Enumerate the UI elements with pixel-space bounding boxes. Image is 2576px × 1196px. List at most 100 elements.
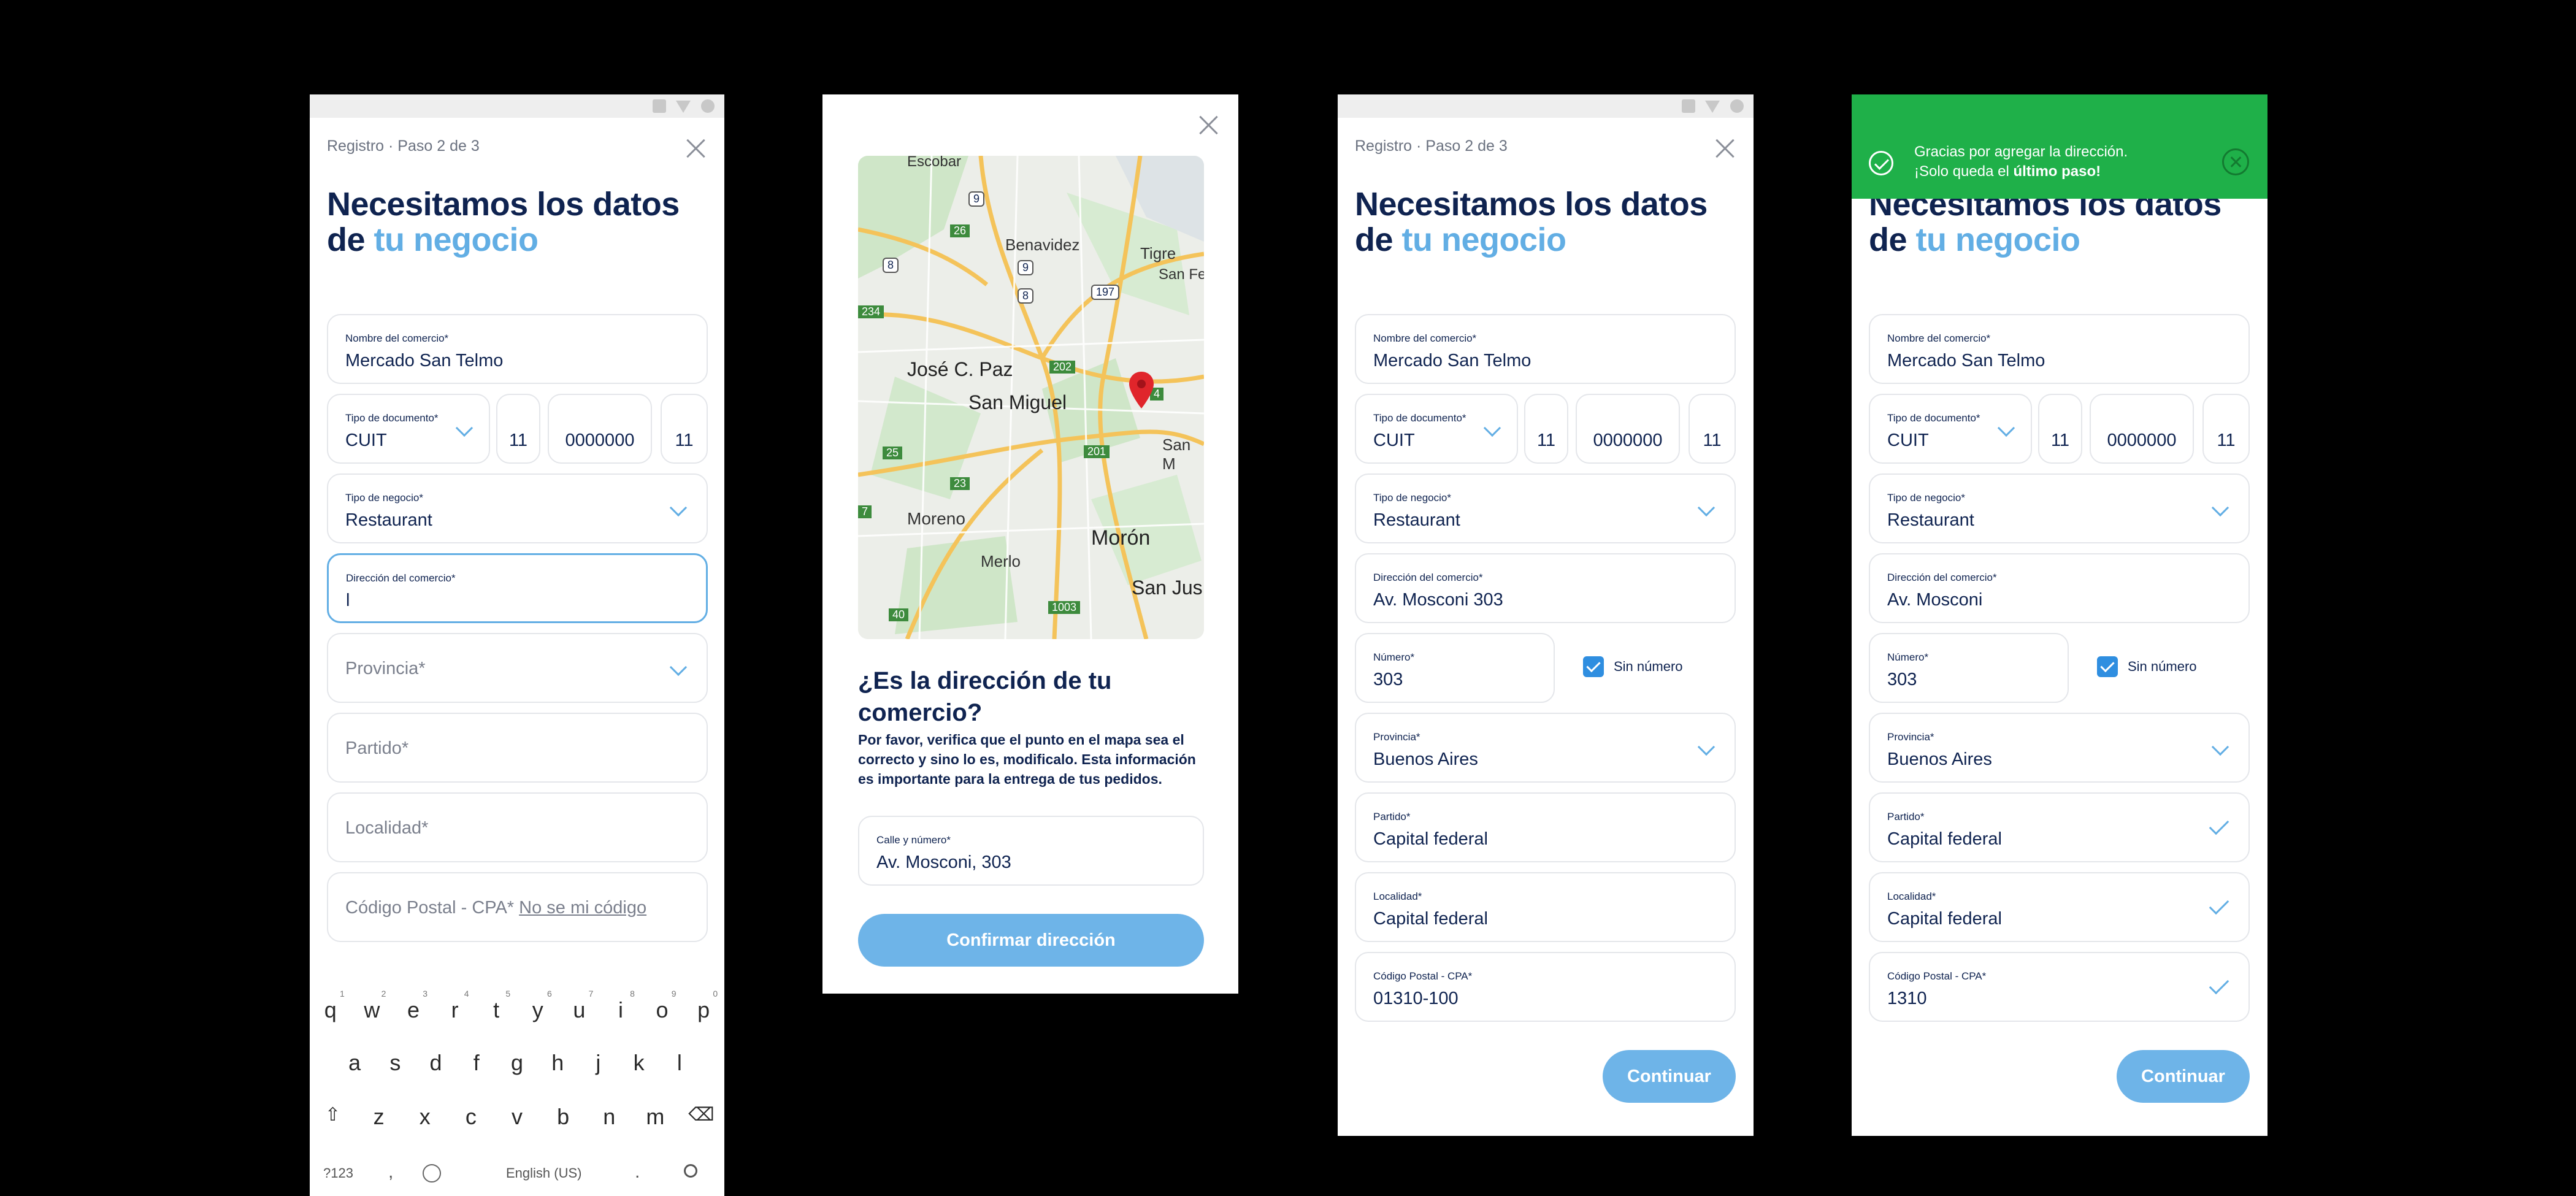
- direccion-input[interactable]: Dirección del comercio* Av. Mosconi 303: [1355, 553, 1736, 623]
- globe-icon[interactable]: [423, 1164, 441, 1183]
- partido-input[interactable]: Partido*: [327, 713, 708, 783]
- key-space[interactable]: English (US): [506, 1165, 581, 1181]
- route-badge: 25: [883, 447, 903, 459]
- nombre-field[interactable]: Nombre del comercio* Mercado San Telmo: [327, 314, 708, 384]
- confirmar-direccion-button[interactable]: Confirmar dirección: [858, 914, 1204, 967]
- provincia-select[interactable]: Provincia* Buenos Aires: [1355, 713, 1736, 783]
- numero-input[interactable]: Número* 303: [1869, 633, 2069, 703]
- tipo-negocio-select[interactable]: Tipo de negocio* Restaurant: [1355, 473, 1736, 543]
- key-x[interactable]: x: [410, 1104, 440, 1130]
- tipo-negocio-select[interactable]: Tipo de negocio* Restaurant: [1869, 473, 2250, 543]
- tipo-doc-select[interactable]: Tipo de documento* CUIT: [327, 394, 490, 464]
- key-number-hint: 8: [630, 989, 635, 999]
- localidad-input[interactable]: Localidad*: [327, 792, 708, 862]
- sin-numero-label: Sin número: [1614, 659, 1683, 674]
- localidad-value: Capital federal: [1887, 909, 2002, 929]
- key-l[interactable]: l: [664, 1050, 695, 1076]
- calle-label: Calle y número*: [876, 834, 951, 846]
- key-a[interactable]: a: [339, 1050, 370, 1076]
- map[interactable]: Escobar Benavidez Tigre San Fernando Jos…: [858, 156, 1204, 639]
- shift-icon[interactable]: ⇧: [318, 1104, 348, 1130]
- title-accent: tu negocio: [374, 221, 539, 258]
- key-y[interactable]: y6: [523, 989, 553, 1023]
- close-icon[interactable]: [1714, 137, 1735, 158]
- route-badge: 26: [950, 224, 970, 237]
- map-pin-icon[interactable]: [1128, 370, 1155, 410]
- key-h[interactable]: h: [542, 1050, 573, 1076]
- key-g[interactable]: g: [502, 1050, 532, 1076]
- numero-value: 303: [1373, 670, 1403, 689]
- toast-close-icon[interactable]: [2222, 148, 2249, 175]
- partido-input[interactable]: Partido* Capital federal: [1355, 792, 1736, 862]
- title-accent: tu negocio: [1915, 221, 2080, 258]
- key-u[interactable]: u7: [564, 989, 594, 1023]
- key-period[interactable]: .: [635, 1162, 640, 1183]
- key-f[interactable]: f: [461, 1050, 492, 1076]
- chevron-down-icon: [2211, 738, 2229, 756]
- direccion-input[interactable]: Dirección del comercio* l: [327, 553, 708, 623]
- doc-number-input[interactable]: 0000000: [548, 394, 652, 464]
- tipo-negocio-label: Tipo de negocio*: [1887, 492, 1965, 504]
- key-comma[interactable]: ,: [388, 1162, 393, 1183]
- key-e[interactable]: e3: [398, 989, 429, 1023]
- provincia-select[interactable]: Provincia*: [327, 633, 708, 703]
- key-v[interactable]: v: [502, 1104, 532, 1130]
- numero-input[interactable]: Número* 303: [1355, 633, 1555, 703]
- search-icon[interactable]: [684, 1164, 697, 1178]
- key-b[interactable]: b: [548, 1104, 578, 1130]
- key-w[interactable]: w2: [356, 989, 387, 1023]
- cp-input[interactable]: Código Postal - CPA* 1310: [1869, 952, 2250, 1022]
- key-z[interactable]: z: [364, 1104, 394, 1130]
- sin-numero-checkbox[interactable]: Sin número: [1583, 656, 1683, 677]
- close-icon[interactable]: [685, 137, 706, 158]
- doc-prefix-input[interactable]: 11: [2038, 394, 2082, 464]
- direccion-label: Dirección del comercio*: [1887, 572, 1997, 583]
- nombre-field[interactable]: Nombre del comercio* Mercado San Telmo: [1869, 314, 2250, 384]
- localidad-input[interactable]: Localidad* Capital federal: [1869, 872, 2250, 942]
- partido-input[interactable]: Partido* Capital federal: [1869, 792, 2250, 862]
- doc-prefix-input[interactable]: 11: [1524, 394, 1568, 464]
- key-s[interactable]: s: [380, 1050, 410, 1076]
- key-p[interactable]: p0: [688, 989, 719, 1023]
- nombre-value: Mercado San Telmo: [1887, 351, 2045, 370]
- close-icon[interactable]: [1198, 114, 1219, 135]
- key-d[interactable]: d: [421, 1050, 451, 1076]
- no-se-mi-codigo-link[interactable]: No se mi código: [519, 898, 646, 918]
- route-badge: 40: [889, 608, 909, 621]
- nombre-field[interactable]: Nombre del comercio* Mercado San Telmo: [1355, 314, 1736, 384]
- confirm-title-l2: comercio?: [858, 699, 983, 726]
- step-label: Registro · Paso 2 de 3: [327, 137, 480, 155]
- calle-input[interactable]: Calle y número* Av. Mosconi, 303: [858, 816, 1204, 886]
- doc-suffix-input[interactable]: 11: [661, 394, 708, 464]
- tipo-doc-select[interactable]: Tipo de documento* CUIT: [1869, 394, 2032, 464]
- battery-icon: [701, 99, 715, 113]
- key-i[interactable]: i8: [605, 989, 636, 1023]
- doc-suffix-input[interactable]: 11: [1689, 394, 1736, 464]
- key-c[interactable]: c: [456, 1104, 486, 1130]
- key-k[interactable]: k: [624, 1050, 654, 1076]
- cp-input[interactable]: Código Postal - CPA* 01310-100: [1355, 952, 1736, 1022]
- key-q[interactable]: q1: [315, 989, 346, 1023]
- sin-numero-checkbox[interactable]: Sin número: [2097, 656, 2197, 677]
- doc-number-input[interactable]: 0000000: [2090, 394, 2194, 464]
- continuar-button[interactable]: Continuar: [1603, 1050, 1736, 1103]
- tipo-doc-select[interactable]: Tipo de documento* CUIT: [1355, 394, 1518, 464]
- key-symbols[interactable]: ?123: [323, 1165, 353, 1181]
- backspace-icon[interactable]: ⌫: [686, 1104, 716, 1130]
- direccion-input[interactable]: Dirección del comercio* Av. Mosconi: [1869, 553, 2250, 623]
- key-m[interactable]: m: [640, 1104, 670, 1130]
- key-n[interactable]: n: [594, 1104, 624, 1130]
- key-letter: p: [697, 997, 710, 1022]
- continuar-button[interactable]: Continuar: [2117, 1050, 2250, 1103]
- localidad-input[interactable]: Localidad* Capital federal: [1355, 872, 1736, 942]
- key-t[interactable]: t5: [481, 989, 512, 1023]
- cp-input[interactable]: Código Postal - CPA* No se mi código: [327, 872, 708, 942]
- doc-suffix-input[interactable]: 11: [2202, 394, 2250, 464]
- doc-prefix-input[interactable]: 11: [496, 394, 540, 464]
- key-r[interactable]: r4: [440, 989, 470, 1023]
- tipo-negocio-select[interactable]: Tipo de negocio* Restaurant: [327, 473, 708, 543]
- key-j[interactable]: j: [583, 1050, 613, 1076]
- provincia-select[interactable]: Provincia* Buenos Aires: [1869, 713, 2250, 783]
- key-o[interactable]: o9: [647, 989, 678, 1023]
- doc-number-input[interactable]: 0000000: [1576, 394, 1680, 464]
